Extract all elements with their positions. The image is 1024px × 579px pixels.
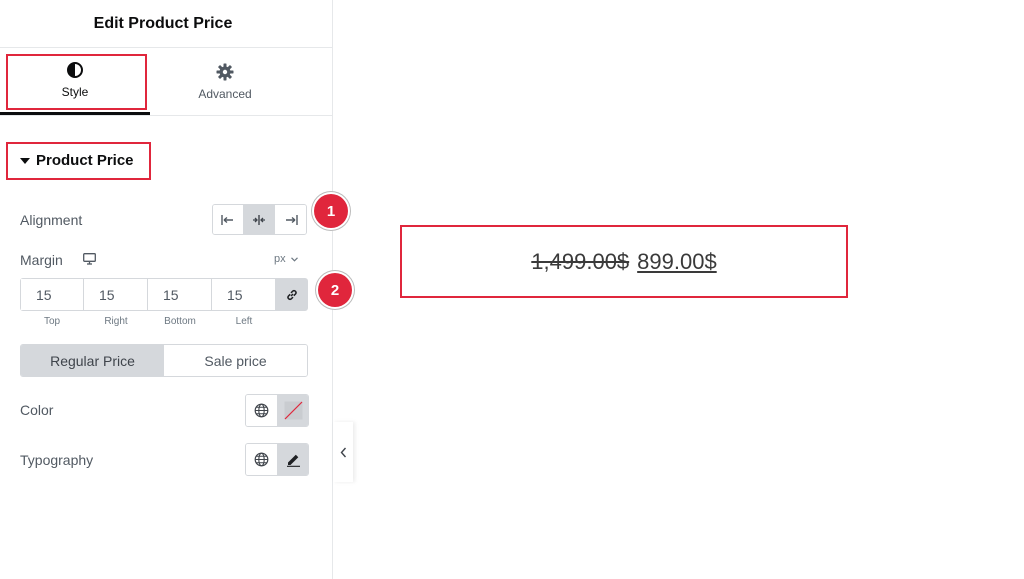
section-toggle-product-price[interactable]: Product Price <box>20 152 134 169</box>
margin-label: Margin <box>20 252 63 268</box>
unit-value: px <box>274 253 286 265</box>
caret-down-icon <box>20 157 30 164</box>
step-badge-2: 2 <box>318 273 352 307</box>
align-right-button[interactable] <box>275 205 306 234</box>
margin-top-label: Top <box>43 316 61 327</box>
tab-sale-price[interactable]: Sale price <box>164 345 307 376</box>
globe-icon <box>254 452 269 467</box>
typography-label: Typography <box>20 452 94 468</box>
gear-icon <box>216 63 234 80</box>
align-left-icon <box>221 214 233 225</box>
panel-title: Edit Product Price <box>93 14 233 32</box>
align-right-icon <box>285 214 298 225</box>
color-picker-button[interactable] <box>277 395 308 426</box>
panel-tabs: Style Advanced <box>0 48 332 116</box>
collapse-panel-button[interactable] <box>333 422 353 482</box>
align-center-button[interactable] <box>244 205 275 234</box>
tab-advanced-label: Advanced <box>198 86 252 101</box>
step-badge-1: 1 <box>314 194 348 228</box>
contrast-icon <box>67 62 83 78</box>
tab-style[interactable]: Style <box>0 48 150 115</box>
edit-typography-button[interactable] <box>277 444 308 475</box>
product-price-preview[interactable]: 1,499.00$ 899.00$ <box>400 225 848 298</box>
desktop-icon[interactable] <box>83 253 96 265</box>
link-values-button[interactable] <box>276 279 307 310</box>
margin-left-label: Left <box>235 316 253 327</box>
globe-icon <box>254 403 269 418</box>
tab-regular-price[interactable]: Regular Price <box>21 345 164 376</box>
alignment-label: Alignment <box>20 212 83 228</box>
margin-dimensions <box>20 278 308 311</box>
color-control <box>245 394 309 427</box>
chevron-left-icon <box>340 447 346 457</box>
panel-header: Edit Product Price <box>0 0 332 48</box>
global-color-button[interactable] <box>246 395 277 426</box>
typography-control <box>245 443 309 476</box>
margin-top-input[interactable] <box>21 279 84 310</box>
align-center-icon <box>253 214 265 225</box>
price-state-tabs: Regular Price Sale price <box>20 344 308 377</box>
regular-price: 1,499.00$ <box>531 248 630 274</box>
tab-advanced[interactable]: Advanced <box>150 48 300 115</box>
sale-price: 899.00$ <box>637 248 717 274</box>
alignment-control <box>212 204 307 235</box>
section-title: Product Price <box>36 152 134 169</box>
align-left-button[interactable] <box>213 205 244 234</box>
margin-right-input[interactable] <box>84 279 148 310</box>
tab-style-label: Style <box>61 85 89 99</box>
chevron-down-icon <box>290 256 298 262</box>
editor-panel: Edit Product Price Style Advanced Produc… <box>0 0 333 579</box>
link-icon <box>286 289 297 300</box>
no-color-swatch-icon <box>284 401 302 420</box>
margin-right-label: Right <box>104 316 128 327</box>
margin-left-input[interactable] <box>212 279 276 310</box>
global-typography-button[interactable] <box>246 444 277 475</box>
margin-bottom-input[interactable] <box>148 279 212 310</box>
pencil-icon <box>286 454 300 467</box>
unit-select[interactable]: px <box>274 253 298 265</box>
margin-bottom-label: Bottom <box>164 316 196 327</box>
color-label: Color <box>20 402 54 418</box>
